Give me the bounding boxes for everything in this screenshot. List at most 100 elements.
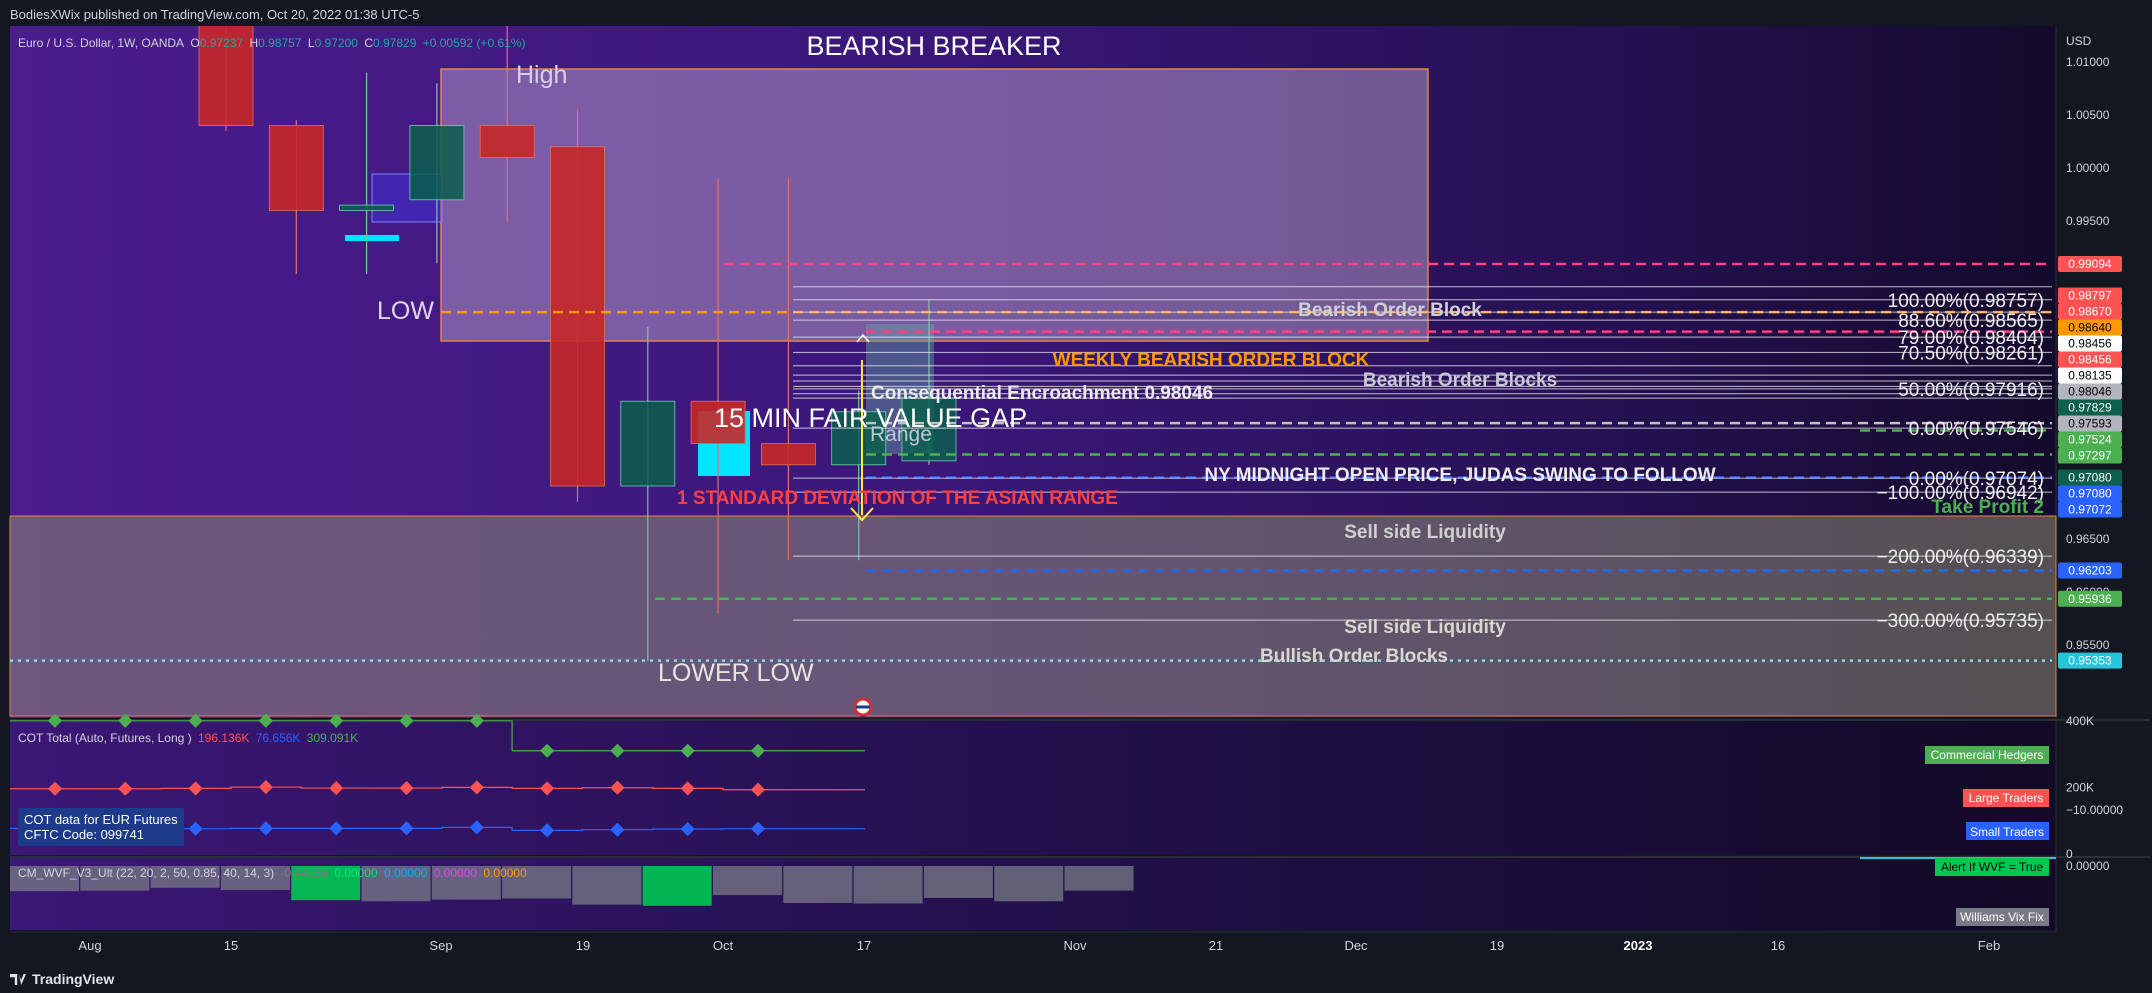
price-tag-label: 0.97593 xyxy=(2068,417,2112,431)
price-tick: 1.01000 xyxy=(2066,55,2110,69)
c-value: 0.97829 xyxy=(372,36,417,50)
candle-body[interactable] xyxy=(479,125,535,158)
cot-note-line2: CFTC Code: 099741 xyxy=(24,827,144,842)
h-value: 0.98757 xyxy=(258,36,302,50)
tv-logo-icon xyxy=(10,974,26,985)
label-bearish-breaker: BEARISH BREAKER xyxy=(806,31,1061,61)
label-take-profit: Take Profit 2 xyxy=(1931,497,2044,518)
price-tick: 1.00000 xyxy=(2066,161,2110,175)
price-tag-label: 0.98456 xyxy=(2068,337,2112,351)
publisher-text: BodiesXWix published on TradingView.com,… xyxy=(10,7,420,22)
brand-label: TradingView xyxy=(32,971,115,987)
label-lower-low: LOWER LOW xyxy=(658,659,814,687)
publisher-bar: BodiesXWix published on TradingView.com,… xyxy=(0,0,2152,26)
candle-body[interactable] xyxy=(339,204,395,211)
cot-tick: 200K xyxy=(2066,780,2094,794)
cot-title: COT Total (Auto, Futures, Long ) xyxy=(18,731,192,745)
change-value: +0.00592 (+0.61%) xyxy=(422,36,526,50)
price-tag-label: 0.99094 xyxy=(2068,257,2112,271)
o-value: 0.97237 xyxy=(199,36,244,50)
cot-note-line1: COT data for EUR Futures xyxy=(24,812,178,827)
price-tag-label: 0.97297 xyxy=(2068,449,2112,463)
currency-label: USD xyxy=(2066,34,2092,48)
candle-body[interactable] xyxy=(620,400,676,487)
legend-williams-vix-label: Williams Vix Fix xyxy=(1960,910,2044,924)
label-bearish-order-blocks: Bearish Order Blocks xyxy=(1363,370,1557,391)
price-tag-label: 0.97829 xyxy=(2068,401,2112,415)
price-tag-label: 0.98670 xyxy=(2068,305,2112,319)
cot-value-commercial: 309.091K xyxy=(306,731,359,745)
candle-body[interactable] xyxy=(409,125,465,201)
l-label: L xyxy=(307,36,315,50)
price-tag-label: 0.97080 xyxy=(2068,487,2112,501)
price-tag-label: 0.95936 xyxy=(2068,592,2112,606)
candle-body[interactable] xyxy=(268,125,324,211)
wvf-v5: 0.00000 xyxy=(483,866,527,880)
price-tag-label: 0.98640 xyxy=(2068,321,2112,335)
chart-canvas[interactable]: 100.00%(0.98757)88.60%(0.98565)79.00%(0.… xyxy=(0,26,2152,966)
cot-legend: COT Total (Auto, Futures, Long ) 196.136… xyxy=(18,731,361,745)
main-legend: Euro / U.S. Dollar, 1W, OANDA O0.97237 H… xyxy=(18,36,528,50)
price-tag-label: 0.96203 xyxy=(2068,563,2112,577)
fib-label: 70.50%(0.98261) xyxy=(1898,343,2044,364)
label-ssl-2: Sell side Liquidity xyxy=(1344,617,1506,638)
wvf-bar xyxy=(1064,866,1134,891)
legend-alert-wvf-label: Alert If WVF = True xyxy=(1941,860,2044,874)
label-weekly-bob: WEEKLY BEARISH ORDER BLOCK xyxy=(1053,350,1370,371)
cot-tick: 400K xyxy=(2066,714,2094,728)
time-tick: 15 xyxy=(224,938,238,953)
wvf-bar xyxy=(783,866,853,903)
wvf-bar xyxy=(923,866,993,898)
time-tick: Feb xyxy=(1978,938,2000,953)
time-tick: 19 xyxy=(1490,938,1504,953)
c-label: C xyxy=(364,36,373,50)
label-bearish-order-block: Bearish Order Block xyxy=(1298,300,1482,321)
wvf-bar xyxy=(853,866,923,904)
discount-zone[interactable] xyxy=(9,515,2057,717)
price-tag-label: 0.98797 xyxy=(2068,289,2112,303)
price-tick: 0.95500 xyxy=(2066,638,2110,652)
fib-label: 50.00%(0.97916) xyxy=(1898,380,2044,401)
wvf-v1: -0.44156 xyxy=(280,866,328,880)
cot-note: COT data for EUR Futures CFTC Code: 0997… xyxy=(18,808,184,846)
time-tick: 21 xyxy=(1209,938,1223,953)
price-tag-label: 0.97080 xyxy=(2068,471,2112,485)
wvf-bar xyxy=(642,866,712,906)
label-range: Range xyxy=(870,423,932,446)
candle-body[interactable] xyxy=(761,443,816,466)
time-tick: Aug xyxy=(78,938,101,953)
footer-bar xyxy=(0,966,2152,993)
cyan-marker xyxy=(345,235,399,241)
time-tick: Dec xyxy=(1344,938,1368,953)
label-high: High xyxy=(516,61,567,89)
time-tick: Sep xyxy=(429,938,452,953)
legend-small-traders-label: Small Traders xyxy=(1970,825,2044,839)
symbol-name: Euro / U.S. Dollar, 1W, OANDA xyxy=(18,36,185,50)
price-tag-label: 0.95353 xyxy=(2068,654,2112,668)
candle-body[interactable] xyxy=(550,146,605,487)
label-std-dev: 1 STANDARD DEVIATION OF THE ASIAN RANGE xyxy=(677,488,1118,509)
wvf-tick: −10.00000 xyxy=(2066,803,2123,817)
time-tick: Nov xyxy=(1063,938,1087,953)
wvf-v2: 0.00000 xyxy=(334,866,378,880)
label-low: LOW xyxy=(377,297,434,325)
price-tag-label: 0.97072 xyxy=(2068,503,2112,517)
wvf-v3: 0.00000 xyxy=(383,866,428,880)
legend-commercial-hedgers-label: Commercial Hedgers xyxy=(1931,748,2044,762)
o-label: O xyxy=(190,36,200,50)
price-tag-label: 0.98046 xyxy=(2068,385,2112,399)
tradingview-logo[interactable]: TradingView xyxy=(10,971,114,987)
wvf-title: CM_WVF_V3_Ult (22, 20, 2, 50, 0.85, 40, … xyxy=(18,866,275,880)
price-tick: 0.96500 xyxy=(2066,532,2110,546)
fib-label: −300.00%(0.95735) xyxy=(1877,611,2044,632)
price-tag-label: 0.98135 xyxy=(2068,369,2112,383)
wvf-bar xyxy=(713,866,782,896)
fib-label: 100.00%(0.98757) xyxy=(1888,291,2044,312)
price-tag-label: 0.97524 xyxy=(2068,433,2112,447)
h-label: H xyxy=(249,36,259,50)
time-tick: 19 xyxy=(576,938,590,953)
wvf-bar xyxy=(994,866,1064,902)
price-tag-label: 0.98456 xyxy=(2068,353,2112,367)
fib-label: 0.00%(0.97546) xyxy=(1909,419,2044,440)
label-ny-midnight: NY MIDNIGHT OPEN PRICE, JUDAS SWING TO F… xyxy=(1204,465,1715,486)
